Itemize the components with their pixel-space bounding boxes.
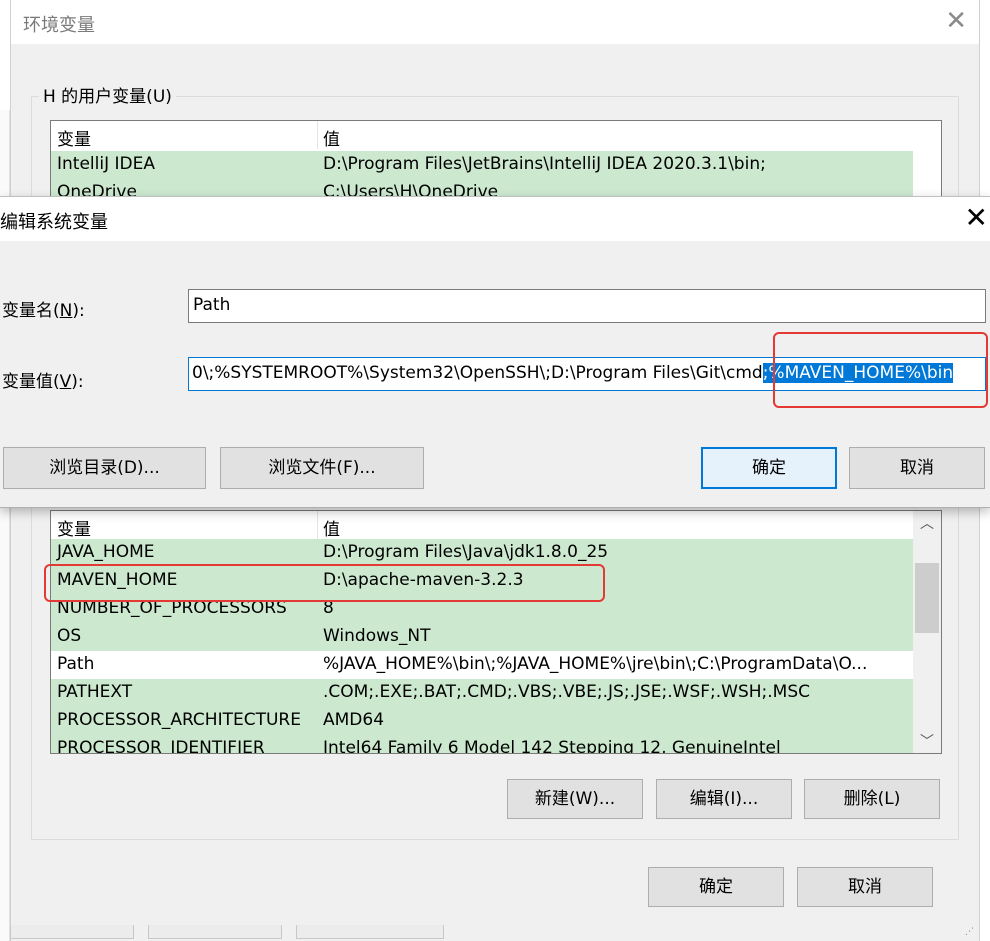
annotation-maven-home-highlight <box>44 564 605 602</box>
header-variable[interactable]: 变量 <box>57 515 91 540</box>
env-close-icon[interactable]: ✕ <box>945 6 967 36</box>
row-value: D:\Program Files\Java\jdk1.8.0_25 <box>323 542 609 562</box>
row-variable: JAVA_HOME <box>57 542 155 562</box>
user-variables-table[interactable]: 变量 值 IntelliJ IDEA D:\Program Files\JetB… <box>50 120 942 200</box>
env-window-title: 环境变量 <box>23 15 95 36</box>
row-value: %JAVA_HOME%\bin\;%JAVA_HOME%\jre\bin\;C:… <box>323 654 868 674</box>
delete-button[interactable]: 删除(L) <box>804 779 940 819</box>
row-variable: PROCESSOR_IDENTIFIER <box>57 738 265 754</box>
env-cancel-button[interactable]: 取消 <box>797 867 933 907</box>
new-button[interactable]: 新建(W)... <box>507 779 643 819</box>
scroll-down-icon[interactable]: ﹀ <box>913 731 941 751</box>
browse-file-button[interactable]: 浏览文件(F)... <box>220 447 424 489</box>
edit-button[interactable]: 编辑(I)... <box>656 779 792 819</box>
row-value: D:\Program Files\JetBrains\IntelliJ IDEA… <box>323 154 766 174</box>
row-variable: OS <box>57 626 82 646</box>
table-header: 变量 值 <box>51 511 941 540</box>
row-value: Windows_NT <box>323 626 431 646</box>
row-variable: Path <box>57 654 95 674</box>
header-variable[interactable]: 变量 <box>57 125 91 150</box>
row-value: AMD64 <box>323 710 385 730</box>
browse-directory-button[interactable]: 浏览目录(D)... <box>3 447 206 489</box>
dialog-ok-button[interactable]: 确定 <box>701 447 837 489</box>
dialog-cancel-button[interactable]: 取消 <box>849 447 985 489</box>
table-row[interactable]: OS Windows_NT <box>51 623 913 651</box>
system-table-scrollbar[interactable]: ︿ ﹀ <box>913 511 941 753</box>
header-value[interactable]: 值 <box>323 515 340 540</box>
dialog-titlebar: 编辑系统变量 ✕ <box>0 197 990 241</box>
resize-grip-icon[interactable]: ⋰ <box>965 927 975 937</box>
row-variable: IntelliJ IDEA <box>57 154 155 174</box>
user-variables-label: H 的用户变量(U) <box>39 82 176 107</box>
row-variable: PATHEXT <box>57 682 133 702</box>
row-variable: PROCESSOR_ARCHITECTURE <box>57 710 301 730</box>
table-row-selected[interactable]: Path %JAVA_HOME%\bin\;%JAVA_HOME%\jre\bi… <box>51 651 913 679</box>
scrollbar-thumb[interactable] <box>915 563 939 633</box>
env-ok-button[interactable]: 确定 <box>648 867 784 907</box>
table-row[interactable]: PROCESSOR_ARCHITECTURE AMD64 <box>51 707 913 735</box>
scroll-up-icon[interactable]: ︿ <box>913 513 941 533</box>
variable-name-input[interactable]: Path <box>188 289 986 323</box>
user-table-scrollbar[interactable] <box>913 121 941 199</box>
dialog-title: 编辑系统变量 <box>0 212 108 233</box>
table-header: 变量 值 <box>51 121 941 150</box>
table-row[interactable]: JAVA_HOME D:\Program Files\Java\jdk1.8.0… <box>51 539 913 567</box>
system-variables-table[interactable]: 变量 值 JAVA_HOME D:\Program Files\Java\jdk… <box>50 510 942 754</box>
table-row[interactable]: PROCESSOR_IDENTIFIER Intel64 Family 6 Mo… <box>51 735 913 754</box>
table-row[interactable]: IntelliJ IDEA D:\Program Files\JetBrains… <box>51 151 913 179</box>
variable-name-label: 变量名(N): <box>2 301 85 321</box>
table-row[interactable]: PATHEXT .COM;.EXE;.BAT;.CMD;.VBS;.VBE;.J… <box>51 679 913 707</box>
variable-value-label: 变量值(V): <box>2 372 84 392</box>
row-value: Intel64 Family 6 Model 142 Stepping 12, … <box>323 738 781 754</box>
dialog-close-icon[interactable]: ✕ <box>965 201 988 235</box>
header-value[interactable]: 值 <box>323 125 340 150</box>
row-value: .COM;.EXE;.BAT;.CMD;.VBS;.VBE;.JS;.JSE;.… <box>323 682 811 702</box>
env-titlebar: 环境变量 ✕ <box>11 0 979 44</box>
annotation-maven-bin-highlight <box>773 332 988 408</box>
